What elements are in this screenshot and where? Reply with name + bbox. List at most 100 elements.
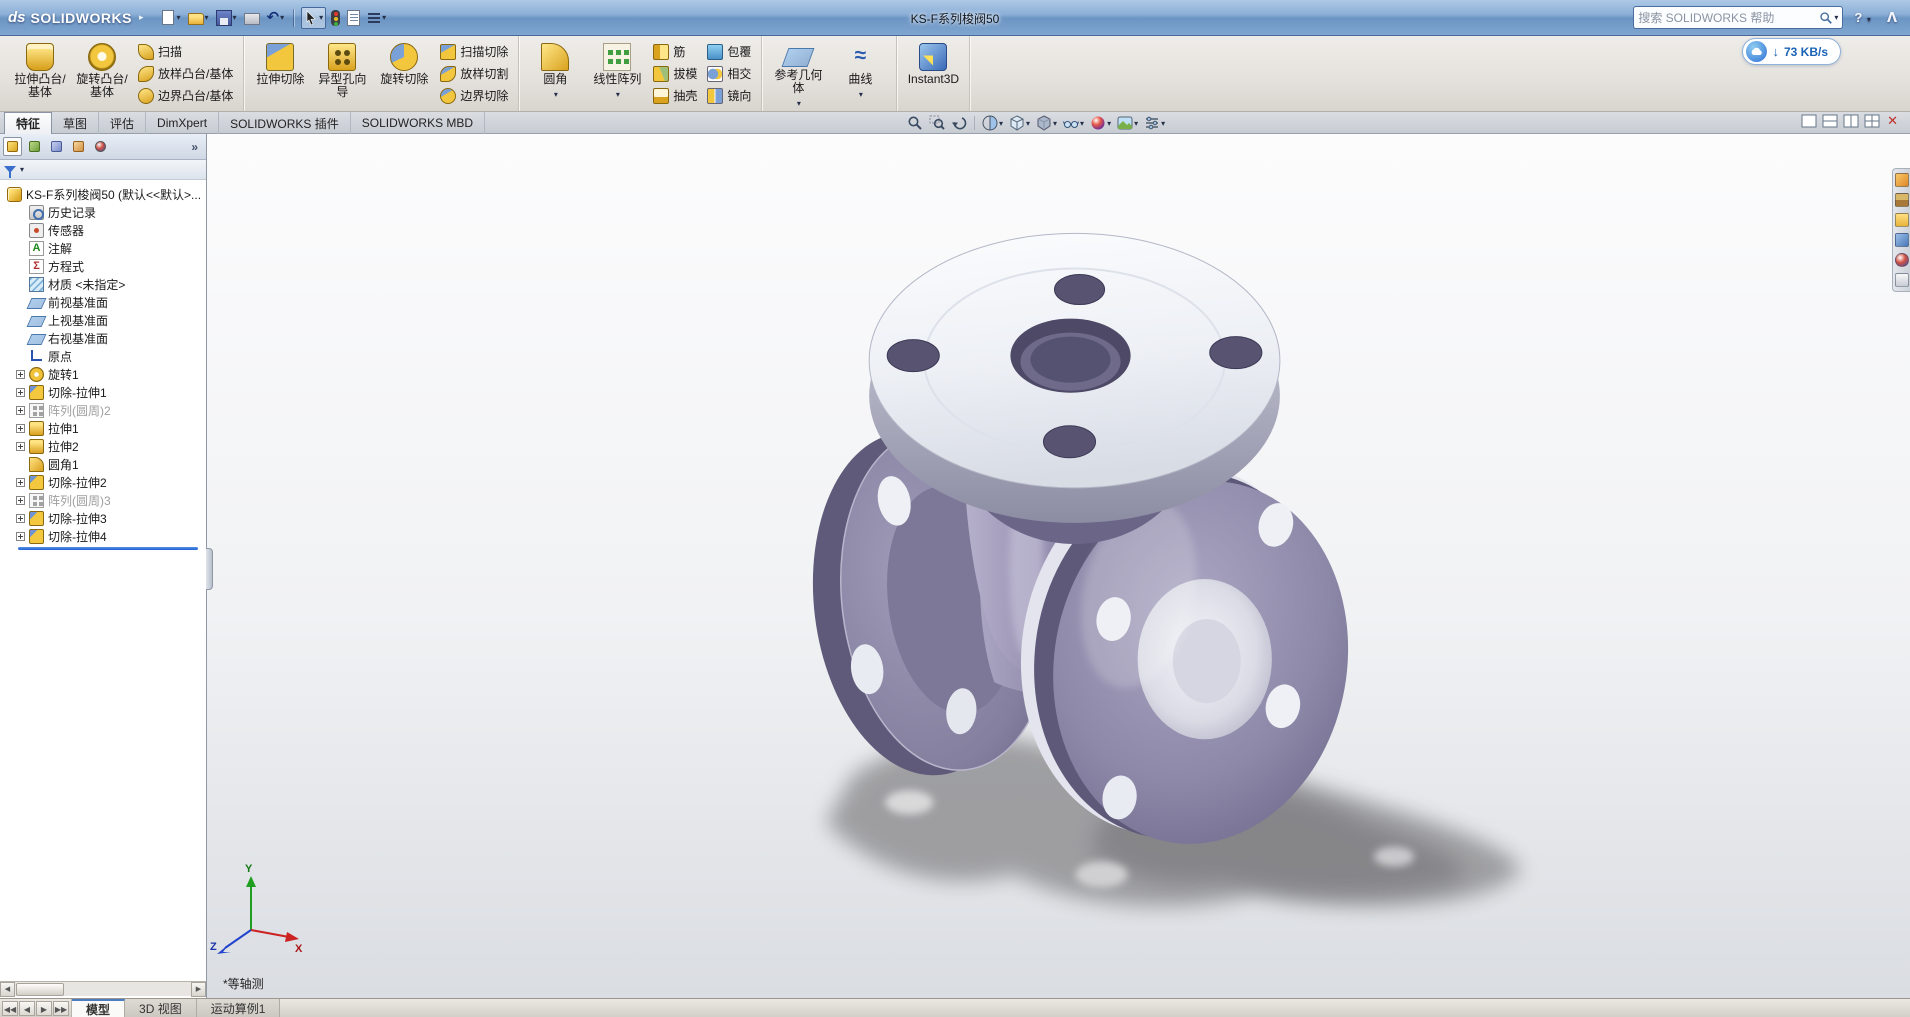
- print-button[interactable]: [242, 7, 262, 29]
- next-tab-arrow-icon[interactable]: ▶: [36, 1001, 52, 1016]
- dropdown-arrow-icon[interactable]: ▾: [554, 88, 558, 101]
- display-style-button[interactable]: ▾: [1034, 113, 1059, 133]
- collapse-ribbon-chevron-icon[interactable]: ᐱ: [1882, 8, 1902, 28]
- ribbon-button-curves[interactable]: ≈曲线▾: [829, 38, 891, 109]
- tree-item-阵列(圆周)3[interactable]: 阵列(圆周)3: [0, 491, 206, 509]
- ribbon-button-extrude-boss[interactable]: 拉伸凸台/基体: [9, 38, 71, 109]
- design-library-icon[interactable]: [1895, 193, 1909, 207]
- configurationmanager-tab[interactable]: [47, 137, 66, 156]
- tree-item-前视基准面[interactable]: 前视基准面: [0, 293, 206, 311]
- tree-item-切除-拉伸3[interactable]: 切除-拉伸3: [0, 509, 206, 527]
- zoom-to-fit-button[interactable]: [905, 113, 925, 133]
- featuremanager-tab[interactable]: [3, 137, 22, 156]
- close-icon[interactable]: ✕: [1885, 114, 1900, 128]
- first-tab-arrow-icon[interactable]: ◀◀: [2, 1001, 18, 1016]
- download-status-badge[interactable]: ↓ 73 KB/s: [1742, 38, 1841, 65]
- zoom-to-area-button[interactable]: [927, 113, 947, 133]
- appearances-scenes-icon[interactable]: [1895, 253, 1909, 267]
- search-icon[interactable]: [1819, 11, 1833, 25]
- bottom-tab-3D 视图[interactable]: 3D 视图: [125, 999, 197, 1017]
- prev-tab-arrow-icon[interactable]: ◀: [19, 1001, 35, 1016]
- rebuild-button[interactable]: [329, 7, 342, 29]
- tree-filter-bar[interactable]: ▾: [0, 160, 206, 180]
- tree-item-拉伸1[interactable]: 拉伸1: [0, 419, 206, 437]
- tree-item-切除-拉伸4[interactable]: 切除-拉伸4: [0, 527, 206, 545]
- ribbon-button-swept-boss[interactable]: 扫描: [136, 42, 235, 61]
- select-tool-button[interactable]: ▾: [301, 7, 326, 29]
- tree-item-阵列(圆周)2[interactable]: 阵列(圆周)2: [0, 401, 206, 419]
- tree-item-上视基准面[interactable]: 上视基准面: [0, 311, 206, 329]
- ribbon-button-boundary-cut[interactable]: 边界切除: [438, 86, 510, 105]
- tree-item-右视基准面[interactable]: 右视基准面: [0, 329, 206, 347]
- last-tab-arrow-icon[interactable]: ▶▶: [53, 1001, 69, 1016]
- scroll-left-arrow-icon[interactable]: ◀: [0, 982, 15, 997]
- tree-item-拉伸2[interactable]: 拉伸2: [0, 437, 206, 455]
- rollback-bar[interactable]: [18, 547, 198, 550]
- custom-properties-icon[interactable]: [1895, 273, 1909, 287]
- tree-item-圆角1[interactable]: 圆角1: [0, 455, 206, 473]
- ribbon-button-wrap[interactable]: 包覆: [705, 42, 753, 61]
- two-viewport-horizontal-button[interactable]: [1822, 114, 1838, 128]
- expand-plus-icon[interactable]: [16, 388, 25, 397]
- tree-item-材质 <未指定>[interactable]: 材质 <未指定>: [0, 275, 206, 293]
- expand-plus-icon[interactable]: [16, 478, 25, 487]
- help-search-box[interactable]: ▾: [1633, 6, 1843, 29]
- four-viewport-button[interactable]: [1864, 114, 1880, 128]
- graphics-viewport[interactable]: Y X Z *等轴测: [207, 134, 1910, 998]
- ribbon-button-hole-wizard[interactable]: 异型孔向导: [311, 38, 373, 109]
- ribbon-button-revolve-boss[interactable]: 旋转凸台/基体: [71, 38, 133, 109]
- tab-特征[interactable]: 特征: [4, 112, 52, 134]
- ribbon-button-instant3d[interactable]: Instant3D: [902, 38, 964, 109]
- ribbon-button-boundary-boss[interactable]: 边界凸台/基体: [136, 86, 235, 105]
- tab-SOLIDWORKS 插件[interactable]: SOLIDWORKS 插件: [219, 112, 351, 134]
- new-document-button[interactable]: ▾: [158, 7, 183, 29]
- featuremanager-splitter-handle[interactable]: [206, 548, 213, 590]
- expand-plus-icon[interactable]: [16, 370, 25, 379]
- expand-plus-icon[interactable]: [16, 532, 25, 541]
- ribbon-button-fillet[interactable]: 圆角▾: [524, 38, 586, 109]
- tree-horizontal-scrollbar[interactable]: ◀ ▶: [0, 981, 206, 996]
- tree-item-原点[interactable]: 原点: [0, 347, 206, 365]
- ribbon-button-swept-cut[interactable]: 扫描切除: [438, 42, 510, 61]
- tree-item-切除-拉伸2[interactable]: 切除-拉伸2: [0, 473, 206, 491]
- ribbon-button-rib[interactable]: 筋: [651, 42, 699, 61]
- solidworks-logo[interactable]: ds SOLIDWORKS ▸: [8, 9, 144, 26]
- propertymanager-tab[interactable]: [25, 137, 44, 156]
- previous-view-button[interactable]: [949, 113, 969, 133]
- undo-button[interactable]: ↶▾: [265, 7, 287, 29]
- ribbon-button-intersect[interactable]: 相交: [705, 64, 753, 83]
- ribbon-button-mirror[interactable]: 镜向: [705, 86, 753, 105]
- search-input[interactable]: [1638, 11, 1819, 25]
- file-properties-button[interactable]: [345, 7, 362, 29]
- view-settings-button[interactable]: ▾: [1142, 113, 1167, 133]
- tab-评估[interactable]: 评估: [99, 112, 146, 134]
- view-palette-icon[interactable]: [1895, 233, 1909, 247]
- displaymanager-tab[interactable]: [91, 137, 110, 156]
- section-view-button[interactable]: ▾: [980, 113, 1005, 133]
- bottom-tab-运动算例1[interactable]: 运动算例1: [197, 999, 281, 1017]
- panel-overflow-chevron-icon[interactable]: »: [186, 140, 203, 154]
- bottom-tab-模型[interactable]: 模型: [72, 999, 125, 1017]
- tree-item-传感器[interactable]: 传感器: [0, 221, 206, 239]
- filter-dropdown-icon[interactable]: ▾: [20, 165, 24, 174]
- valve-3d-model[interactable]: [207, 134, 1910, 998]
- solidworks-resources-icon[interactable]: [1895, 173, 1909, 187]
- tab-草图[interactable]: 草图: [52, 112, 99, 134]
- open-button[interactable]: ▾: [186, 7, 211, 29]
- ribbon-button-revolved-cut[interactable]: 旋转切除: [373, 38, 435, 109]
- view-orientation-button[interactable]: ▾: [1007, 113, 1032, 133]
- expand-plus-icon[interactable]: [16, 514, 25, 523]
- options-button[interactable]: ▾: [365, 7, 388, 29]
- ribbon-button-extruded-cut[interactable]: 拉伸切除: [249, 38, 311, 109]
- ribbon-button-loft-boss[interactable]: 放样凸台/基体: [136, 64, 235, 83]
- expand-plus-icon[interactable]: [16, 496, 25, 505]
- expand-plus-icon[interactable]: [16, 442, 25, 451]
- two-viewport-vertical-button[interactable]: [1843, 114, 1859, 128]
- tree-item-历史记录[interactable]: 历史记录: [0, 203, 206, 221]
- tab-DimXpert[interactable]: DimXpert: [146, 112, 219, 134]
- ribbon-button-linear-pattern[interactable]: 线性阵列▾: [586, 38, 648, 109]
- save-button[interactable]: ▾: [214, 7, 239, 29]
- apply-scene-button[interactable]: ▾: [1115, 113, 1140, 133]
- dimxpertmanager-tab[interactable]: [69, 137, 88, 156]
- tree-item-旋转1[interactable]: 旋转1: [0, 365, 206, 383]
